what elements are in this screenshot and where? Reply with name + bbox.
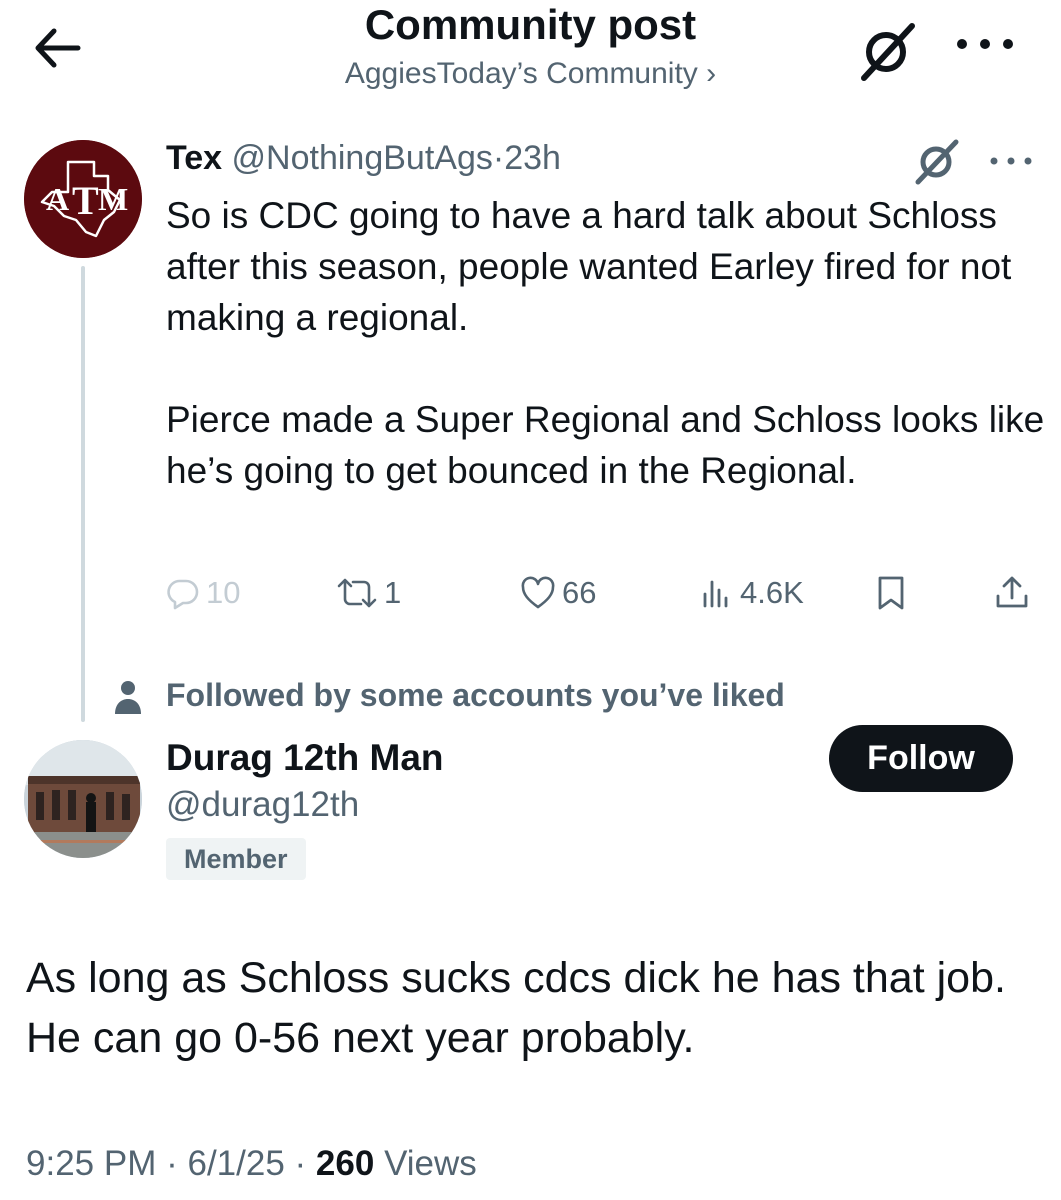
svg-text:M: M	[98, 181, 128, 217]
views-icon	[703, 580, 728, 608]
reply-author-name[interactable]: Durag 12th Man	[166, 734, 444, 782]
post-views-label: Views	[384, 1144, 477, 1183]
views-count: 4.6K	[740, 575, 804, 610]
repost-button[interactable]: 1	[336, 570, 401, 616]
reply-text: As long as Schloss sucks cdcs dick he ha…	[26, 954, 1006, 1062]
member-badge: Member	[166, 838, 306, 880]
tweet-more-button[interactable]	[986, 146, 1036, 176]
thread-line	[81, 266, 85, 722]
tweet-header: Tex @NothingButAgs·23h	[166, 136, 561, 180]
reply-author-handle[interactable]: @durag12th	[166, 782, 359, 828]
avatar[interactable]: A T M	[24, 140, 142, 258]
more-icon	[957, 39, 1013, 49]
meta-separator: ·	[294, 1144, 307, 1183]
svg-text:A: A	[46, 181, 69, 217]
stadium-photo-icon	[24, 740, 142, 858]
views-button[interactable]: 4.6K	[700, 570, 804, 616]
tweet-paragraph: Pierce made a Super Regional and Schloss…	[166, 399, 1045, 491]
share-icon	[996, 576, 1028, 608]
reply-count: 10	[206, 575, 241, 610]
like-button[interactable]: 66	[520, 570, 596, 616]
grok-button[interactable]	[856, 18, 920, 82]
tweet-time[interactable]: 23h	[504, 139, 561, 177]
meta-separator: ·	[166, 1144, 178, 1183]
post-views-count[interactable]: 260	[316, 1144, 374, 1183]
svg-text:T: T	[72, 178, 99, 223]
more-button[interactable]	[950, 24, 1020, 64]
more-icon	[990, 157, 1032, 165]
author-name[interactable]: Tex	[166, 139, 222, 177]
repost-icon	[337, 578, 377, 608]
grok-icon	[861, 23, 915, 81]
meta-separator: ·	[492, 139, 505, 177]
follow-button[interactable]: Follow	[829, 725, 1013, 792]
tweet-grok-button[interactable]	[908, 136, 966, 186]
post-time[interactable]: 9:25 PM	[26, 1144, 156, 1183]
tweet-paragraph: So is CDC going to have a hard talk abou…	[166, 195, 1012, 338]
tweet-text: So is CDC going to have a hard talk abou…	[166, 190, 1046, 496]
bookmark-icon	[878, 576, 904, 610]
like-count: 66	[562, 575, 597, 610]
avatar[interactable]	[24, 740, 142, 858]
bookmark-button[interactable]	[874, 570, 908, 616]
social-context: Followed by some accounts you’ve liked	[166, 677, 785, 713]
reply-button[interactable]: 10	[166, 570, 240, 616]
grok-icon	[915, 139, 959, 185]
person-icon	[112, 678, 144, 716]
aggie-logo-icon: A T M	[24, 140, 142, 258]
repost-count: 1	[384, 575, 402, 610]
share-button[interactable]	[994, 570, 1030, 616]
reply-icon	[167, 579, 199, 610]
post-date[interactable]: 6/1/25	[187, 1144, 284, 1183]
like-icon	[521, 576, 555, 609]
author-handle[interactable]: @NothingButAgs	[232, 139, 493, 177]
post-meta: 9:25 PM · 6/1/25 · 260 Views	[26, 1140, 477, 1188]
